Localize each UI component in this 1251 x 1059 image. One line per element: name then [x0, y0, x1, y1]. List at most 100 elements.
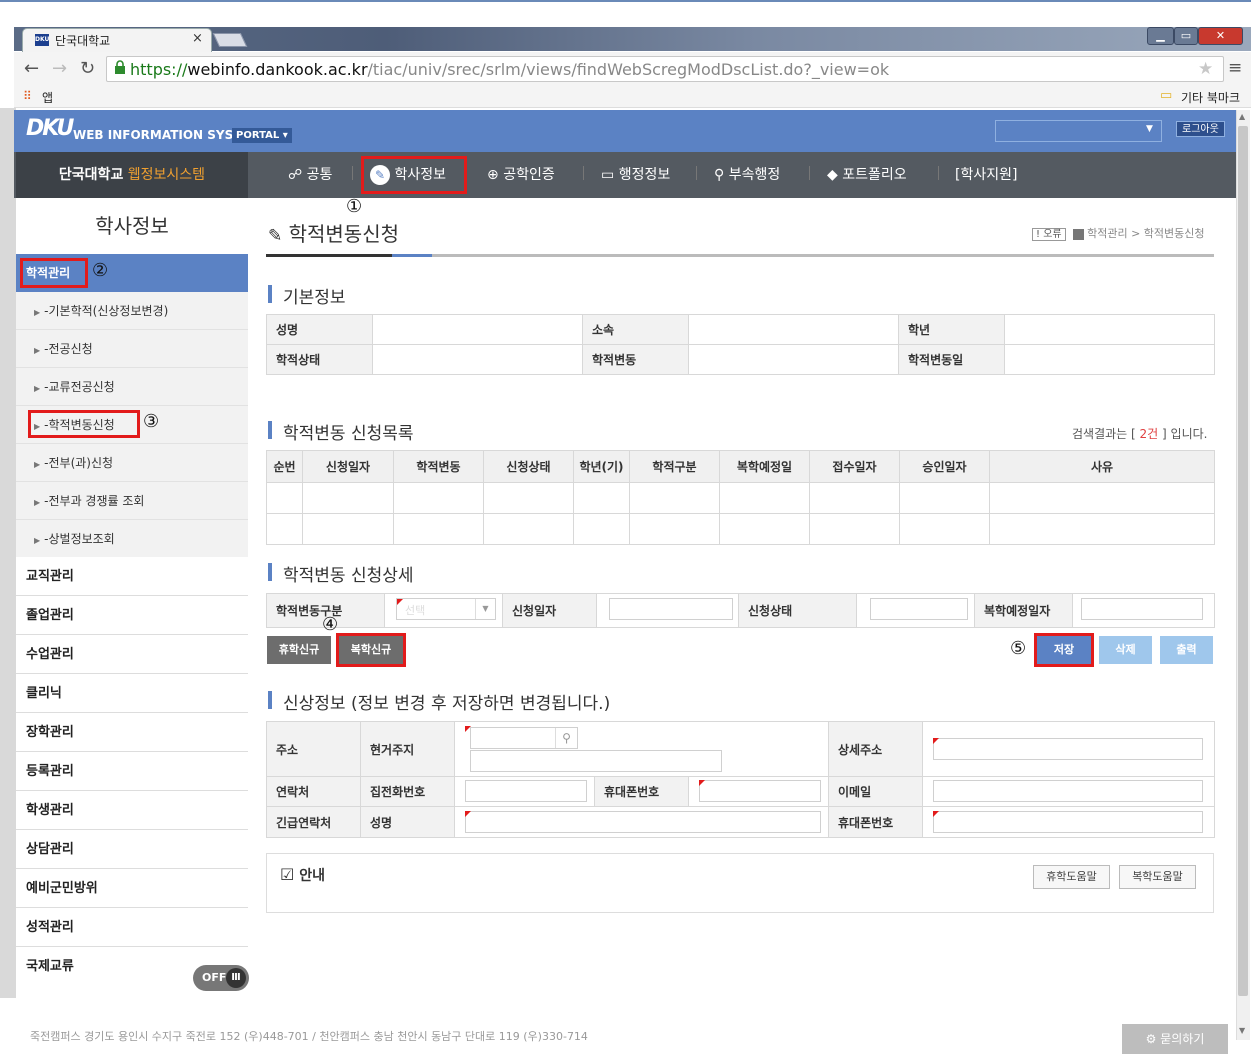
menu-support[interactable]: [학사지원]: [955, 164, 1017, 184]
maximize-button[interactable]: ▭: [1174, 27, 1198, 45]
section-bar: [268, 563, 272, 581]
error-report-button[interactable]: ! 오류: [1032, 228, 1066, 241]
col-grade: 학년(기): [573, 450, 630, 483]
request-date-input[interactable]: [609, 598, 733, 620]
star-icon[interactable]: ★: [1198, 59, 1213, 79]
portal-select[interactable]: [995, 120, 1162, 142]
menu-separator: [583, 166, 584, 180]
sidebar-item[interactable]: 예비군민방위: [16, 869, 248, 908]
monitor-icon: ▭: [601, 167, 615, 183]
print-button[interactable]: 출력: [1160, 636, 1213, 664]
sidebar-sub-transfer[interactable]: ▶ -전부(과)신청: [16, 444, 248, 482]
reload-icon[interactable]: ↻: [80, 58, 95, 79]
tab-close-icon[interactable]: ×: [192, 31, 203, 46]
sidebar-item[interactable]: 수업관리: [16, 635, 248, 674]
sidebar-item[interactable]: 클리닉: [16, 674, 248, 713]
browser-tab[interactable]: [22, 28, 212, 52]
menu-engineering[interactable]: ⊕ 공학인증: [487, 164, 555, 184]
menu-icon[interactable]: ≡: [1228, 58, 1242, 78]
inquiry-button[interactable]: ⚙ 묻의하기: [1122, 1024, 1228, 1054]
col-request-date: 신청일자: [302, 450, 394, 483]
tag-icon: ✎: [268, 226, 283, 246]
sidebar-sub-transfer-rate[interactable]: ▶ -전부과 경쟁률 조회: [16, 482, 248, 520]
change-type-select[interactable]: 선택 ▼: [396, 598, 496, 620]
home-icon: [1072, 228, 1084, 240]
label-mobile: 휴대폰번호: [594, 776, 689, 807]
bookmark-apps[interactable]: 앱: [42, 89, 53, 106]
sidebar-item[interactable]: 장학관리: [16, 713, 248, 752]
sidebar-item[interactable]: 교직관리: [16, 557, 248, 596]
scroll-up-icon[interactable]: ▲: [1239, 112, 1245, 121]
sidebar-item[interactable]: 성적관리: [16, 908, 248, 947]
minimize-button[interactable]: ▁: [1147, 27, 1174, 45]
table-row[interactable]: [266, 513, 1215, 545]
sidebar-sub-exchange-major[interactable]: ▶ -교류전공신청: [16, 368, 248, 406]
label-change-date: 학적변동일: [898, 344, 1005, 375]
sidebar-sub-reward[interactable]: ▶ -상벌정보조회: [16, 520, 248, 558]
value-change: [688, 344, 899, 375]
menu-admin[interactable]: ▭ 행정정보: [601, 164, 670, 184]
return-help-button[interactable]: 복학도움말: [1119, 865, 1196, 889]
label-status: 학적상태: [266, 344, 373, 375]
dku-logo: DKU: [26, 116, 74, 141]
favicon-icon: DKU: [35, 34, 49, 46]
page-title: ✎ 학적변동신청: [268, 222, 400, 246]
forward-icon[interactable]: →: [52, 58, 67, 79]
back-icon[interactable]: ←: [24, 58, 39, 79]
breadcrumb: ! 오류 학적관리 > 학적변동신청: [1032, 225, 1205, 241]
delete-button[interactable]: 삭제: [1099, 636, 1152, 664]
required-marker: [933, 738, 939, 744]
url-text: https://webinfo.dankook.ac.kr/tiac/univ/…: [130, 60, 890, 79]
label-emergency-name: 성명: [360, 806, 455, 838]
mobile-input[interactable]: [699, 780, 821, 802]
bookmark-other[interactable]: 기타 북마크: [1181, 89, 1240, 106]
menu-academic[interactable]: ✎ 학사정보: [370, 164, 446, 185]
return-date-input[interactable]: [1081, 598, 1203, 620]
menu-common[interactable]: ☍ 공통: [288, 164, 332, 184]
col-return-date: 복학예정일: [719, 450, 810, 483]
leave-new-button[interactable]: 휴학신규: [267, 636, 331, 664]
email-input[interactable]: [933, 780, 1203, 802]
quick-toggle[interactable]: OFF Ⅲ: [193, 965, 249, 991]
sidebar-sub-basic[interactable]: ▶ -기본학적(신상정보변경): [16, 292, 248, 330]
logout-button[interactable]: 로그아웃: [1176, 121, 1225, 137]
scrollbar-thumb[interactable]: [1238, 126, 1248, 996]
menu-separator: [809, 166, 810, 180]
basic-info-table: 성명 소속 학년 학적상태 학적변동 학적변동일: [266, 314, 1215, 375]
home-phone-input[interactable]: [465, 780, 587, 802]
lock-icon: [115, 60, 125, 74]
triangle-right-icon: ▶: [34, 308, 41, 317]
portal-button[interactable]: PORTAL ▾: [232, 128, 292, 143]
label-emergency: 긴급연락처: [266, 806, 361, 838]
request-state-input[interactable]: [870, 598, 968, 620]
emergency-mobile-input[interactable]: [933, 811, 1203, 833]
leave-help-button[interactable]: 휴학도움말: [1033, 865, 1110, 889]
zipcode-input[interactable]: ⚲: [470, 727, 578, 749]
result-count: 검색결과는 [ 2건 ] 입니다.: [1072, 427, 1208, 441]
search-icon[interactable]: ⚲: [555, 728, 577, 748]
menu-portfolio[interactable]: ◆ 포트폴리오: [827, 164, 907, 184]
sidebar-item[interactable]: 상담관리: [16, 830, 248, 869]
address-input[interactable]: [470, 750, 722, 772]
sidebar-item[interactable]: 등록관리: [16, 752, 248, 791]
menu-affiliated[interactable]: ⚲ 부속행정: [714, 164, 780, 184]
required-marker: [699, 780, 705, 786]
sidebar-item[interactable]: 학생관리: [16, 791, 248, 830]
apps-icon[interactable]: ⠿: [23, 89, 32, 103]
sidebar-item[interactable]: 졸업관리: [16, 596, 248, 635]
scroll-down-icon[interactable]: ▼: [1239, 1026, 1245, 1035]
emergency-name-input[interactable]: [465, 811, 821, 833]
value-name: [372, 314, 583, 345]
tag-icon: ✎: [370, 165, 390, 185]
required-marker: [397, 599, 403, 605]
close-window-button[interactable]: ✕: [1198, 27, 1243, 45]
detail-address-input[interactable]: [933, 738, 1203, 760]
sidebar-sub-major[interactable]: ▶ -전공신청: [16, 330, 248, 368]
required-marker: [465, 811, 471, 817]
new-tab-button[interactable]: [212, 33, 248, 47]
table-row[interactable]: [266, 482, 1215, 514]
label-change: 학적변동: [582, 344, 689, 375]
guide-title: ☑ 안내: [280, 865, 325, 884]
label-request-state: 신청상태: [738, 593, 857, 628]
value-grade: [1004, 314, 1215, 345]
